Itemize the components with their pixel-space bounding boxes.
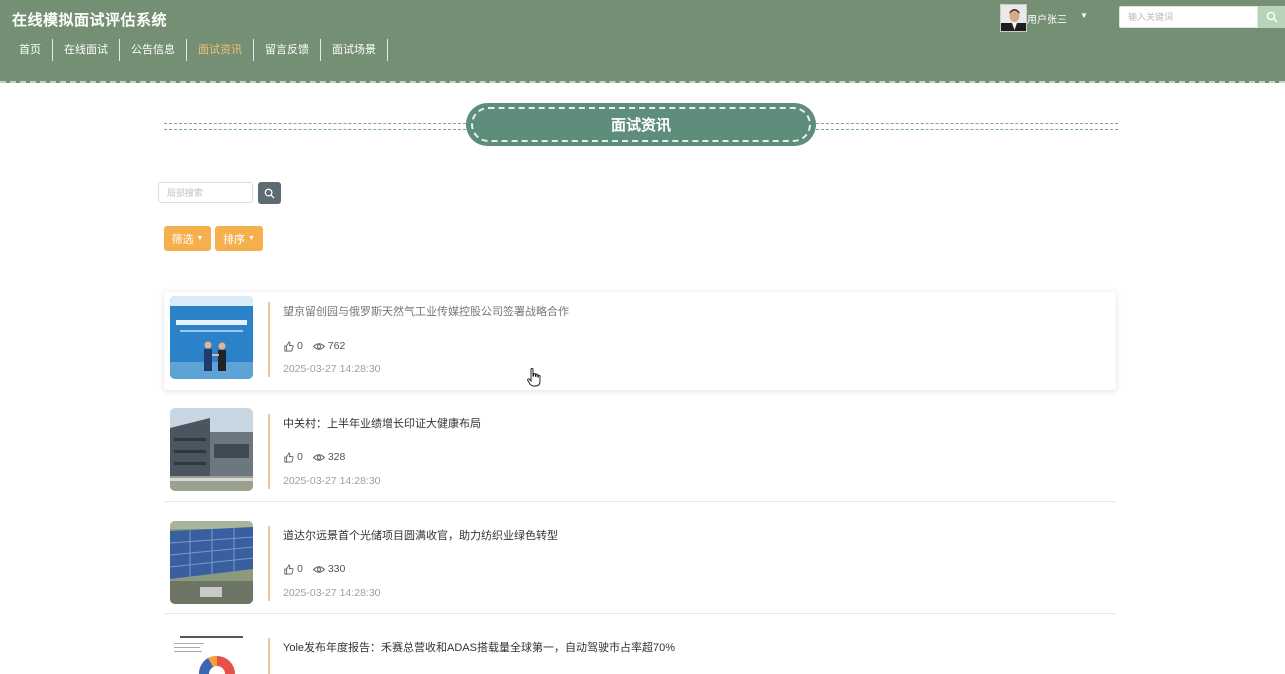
nav-item-online-interview[interactable]: 在线面试 [53, 39, 120, 61]
thumbs-up-icon [283, 340, 294, 352]
nav-item-announcements[interactable]: 公告信息 [120, 39, 187, 61]
title-decor-line-left [164, 123, 466, 130]
news-item[interactable]: 中关村：上半年业绩增长印证大健康布局 0 328 2025-03-27 14:2… [164, 404, 1116, 502]
like-count: 0 [297, 451, 303, 463]
news-item[interactable]: 望京留创园与俄罗斯天然气工业传媒控股公司签署战略合作 0 762 2025-03… [164, 292, 1116, 390]
search-icon [264, 188, 275, 199]
main-nav: 首页 在线面试 公告信息 面试资讯 留言反馈 面试场景 [8, 39, 388, 61]
nav-item-interview-scenes[interactable]: 面试场景 [321, 39, 388, 61]
nav-item-interview-news[interactable]: 面试资讯 [187, 39, 254, 61]
title-decor-line-right [816, 123, 1118, 130]
global-search-button[interactable] [1258, 6, 1285, 28]
like-count: 0 [297, 563, 303, 575]
thumbs-up-icon [283, 563, 294, 575]
news-thumbnail[interactable] [170, 521, 253, 604]
view-count: 328 [327, 451, 346, 463]
news-thumbnail[interactable] [170, 296, 253, 379]
site-title: 在线模拟面试评估系统 [12, 12, 168, 29]
search-icon [1266, 11, 1277, 23]
section-title: 面试资讯 [610, 117, 671, 134]
local-search-input[interactable] [158, 182, 253, 203]
user-name[interactable]: 用户张三 [1027, 11, 1067, 26]
eye-icon [312, 342, 325, 351]
nav-item-feedback[interactable]: 留言反馈 [254, 39, 321, 61]
global-search-input[interactable] [1119, 6, 1258, 28]
eye-icon [312, 453, 325, 462]
news-date: 2025-03-27 14:28:30 [283, 363, 381, 375]
news-item[interactable]: Yole发布年度报告：禾赛总营收和ADAS搭载量全球第一，自动驾驶市占率超70% [164, 628, 1116, 674]
sort-button[interactable]: 排序 ▼ [215, 226, 263, 251]
news-title[interactable]: Yole发布年度报告：禾赛总营收和ADAS搭载量全球第一，自动驾驶市占率超70% [283, 639, 675, 655]
avatar[interactable] [1000, 4, 1027, 32]
eye-icon [312, 565, 325, 574]
news-date: 2025-03-27 14:28:30 [283, 475, 381, 487]
news-item[interactable]: 道达尔远景首个光储项目圆满收官，助力纺织业绿色转型 0 330 2025-03-… [164, 516, 1116, 614]
top-header: 在线模拟面试评估系统 首页 在线面试 公告信息 面试资讯 留言反馈 面试场景 用… [0, 0, 1285, 83]
sort-button-label: 排序 [223, 233, 246, 246]
filter-button[interactable]: 筛选 ▼ [164, 226, 211, 251]
filter-button-label: 筛选 [171, 233, 194, 246]
chevron-down-icon[interactable]: ▼ [1080, 11, 1088, 20]
section-title-badge: 面试资讯 [466, 103, 816, 146]
view-count: 330 [327, 563, 346, 575]
news-title[interactable]: 中关村：上半年业绩增长印证大健康布局 [283, 415, 481, 431]
nav-item-home[interactable]: 首页 [8, 39, 53, 61]
news-title[interactable]: 望京留创园与俄罗斯天然气工业传媒控股公司签署战略合作 [283, 303, 569, 319]
caret-down-icon: ▼ [248, 235, 255, 242]
news-thumbnail[interactable] [170, 408, 253, 491]
news-date: 2025-03-27 14:28:30 [283, 587, 381, 599]
caret-down-icon: ▼ [196, 235, 204, 242]
local-search-button[interactable] [258, 182, 281, 204]
thumbs-up-icon [283, 451, 294, 463]
news-thumbnail[interactable] [170, 633, 253, 674]
like-count: 0 [297, 340, 303, 352]
view-count: 762 [327, 340, 346, 352]
hand-cursor-icon [527, 368, 541, 392]
news-title[interactable]: 道达尔远景首个光储项目圆满收官，助力纺织业绿色转型 [283, 527, 558, 543]
